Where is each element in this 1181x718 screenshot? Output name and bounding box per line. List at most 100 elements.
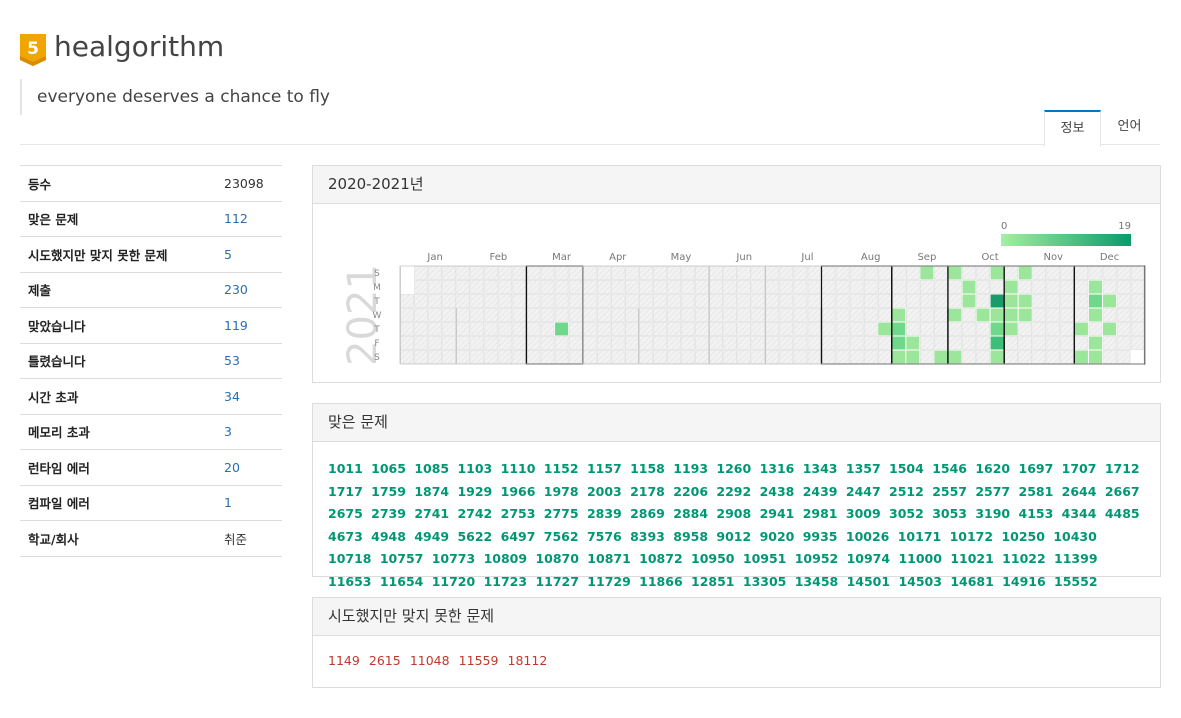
solved-problem-link[interactable]: 3190	[975, 506, 1010, 521]
solved-problem-link[interactable]: 14503	[898, 574, 942, 589]
solved-problem-link[interactable]: 4153	[1019, 506, 1054, 521]
solved-problem-link[interactable]: 1260	[716, 461, 751, 476]
stats-value-link[interactable]: 230	[224, 282, 248, 297]
failed-problem-link[interactable]: 2615	[369, 653, 401, 668]
solved-problem-link[interactable]: 10171	[898, 529, 942, 544]
solved-problem-link[interactable]: 1193	[673, 461, 708, 476]
solved-problem-link[interactable]: 1157	[587, 461, 622, 476]
solved-problem-link[interactable]: 12851	[691, 574, 735, 589]
solved-problem-link[interactable]: 11000	[898, 551, 942, 566]
solved-problem-link[interactable]: 11720	[432, 574, 476, 589]
solved-problem-link[interactable]: 1978	[544, 484, 579, 499]
solved-problem-link[interactable]: 10872	[639, 551, 683, 566]
solved-problem-link[interactable]: 2003	[587, 484, 622, 499]
solved-problem-link[interactable]: 11654	[380, 574, 424, 589]
tab-info[interactable]: 정보	[1044, 110, 1101, 147]
solved-problem-link[interactable]: 1874	[414, 484, 449, 499]
solved-problem-link[interactable]: 11021	[950, 551, 994, 566]
solved-problem-link[interactable]: 1759	[371, 484, 406, 499]
solved-problem-link[interactable]: 14501	[847, 574, 891, 589]
solved-problem-link[interactable]: 11866	[639, 574, 683, 589]
solved-problem-link[interactable]: 4344	[1062, 506, 1097, 521]
solved-problem-link[interactable]: 3009	[846, 506, 881, 521]
solved-problem-link[interactable]: 3053	[932, 506, 967, 521]
solved-problem-link[interactable]: 1011	[328, 461, 363, 476]
solved-problem-link[interactable]: 6497	[501, 529, 536, 544]
stats-value-link[interactable]: 53	[224, 353, 240, 368]
solved-problem-link[interactable]: 2439	[803, 484, 838, 499]
solved-problem-link[interactable]: 1620	[975, 461, 1010, 476]
solved-problem-link[interactable]: 2178	[630, 484, 665, 499]
solved-problem-link[interactable]: 10870	[535, 551, 579, 566]
solved-problem-link[interactable]: 11723	[484, 574, 528, 589]
solved-problem-link[interactable]: 10026	[846, 529, 890, 544]
solved-problem-link[interactable]: 11727	[535, 574, 579, 589]
solved-problem-link[interactable]: 7576	[587, 529, 622, 544]
failed-problem-link[interactable]: 18112	[508, 653, 548, 668]
solved-problem-link[interactable]: 2675	[328, 506, 363, 521]
solved-problem-link[interactable]: 7562	[544, 529, 579, 544]
solved-problem-link[interactable]: 8958	[673, 529, 708, 544]
solved-problem-link[interactable]: 1103	[457, 461, 492, 476]
solved-problem-link[interactable]: 10172	[950, 529, 994, 544]
stats-value-link[interactable]: 34	[224, 389, 240, 404]
solved-problem-link[interactable]: 4948	[371, 529, 406, 544]
solved-problem-link[interactable]: 1085	[414, 461, 449, 476]
solved-problem-link[interactable]: 10950	[691, 551, 735, 566]
solved-problem-link[interactable]: 9012	[716, 529, 751, 544]
solved-problem-link[interactable]: 15552	[1054, 574, 1098, 589]
solved-problem-link[interactable]: 2739	[371, 506, 406, 521]
stats-value-link[interactable]: 1	[224, 495, 232, 510]
solved-problem-link[interactable]: 8393	[630, 529, 665, 544]
solved-problem-link[interactable]: 10757	[380, 551, 424, 566]
solved-problem-link[interactable]: 2206	[673, 484, 708, 499]
solved-problem-link[interactable]: 1707	[1062, 461, 1097, 476]
solved-problem-link[interactable]: 1357	[846, 461, 881, 476]
solved-problem-link[interactable]: 2512	[889, 484, 924, 499]
solved-problem-link[interactable]: 9020	[760, 529, 795, 544]
solved-problem-link[interactable]: 1158	[630, 461, 665, 476]
solved-problem-link[interactable]: 1065	[371, 461, 406, 476]
tab-language[interactable]: 언어	[1102, 110, 1157, 144]
solved-problem-link[interactable]: 11653	[328, 574, 372, 589]
solved-problem-link[interactable]: 1717	[328, 484, 363, 499]
solved-problem-link[interactable]: 2557	[932, 484, 967, 499]
solved-problem-link[interactable]: 1343	[803, 461, 838, 476]
solved-problem-link[interactable]: 10974	[847, 551, 891, 566]
solved-problem-link[interactable]: 2839	[587, 506, 622, 521]
solved-problem-link[interactable]: 2447	[846, 484, 881, 499]
solved-problem-link[interactable]: 13458	[795, 574, 839, 589]
stats-value-link[interactable]: 5	[224, 247, 232, 262]
solved-problem-link[interactable]: 4673	[328, 529, 363, 544]
solved-problem-link[interactable]: 3052	[889, 506, 924, 521]
solved-problem-link[interactable]: 11022	[1002, 551, 1046, 566]
failed-problem-link[interactable]: 11559	[459, 653, 499, 668]
solved-problem-link[interactable]: 2941	[760, 506, 795, 521]
solved-problem-link[interactable]: 1152	[544, 461, 579, 476]
solved-problem-link[interactable]: 2884	[673, 506, 708, 521]
failed-problem-link[interactable]: 1149	[328, 653, 360, 668]
stats-value-link[interactable]: 112	[224, 211, 248, 226]
solved-problem-link[interactable]: 2753	[501, 506, 536, 521]
stats-value-link[interactable]: 3	[224, 424, 232, 439]
solved-problem-link[interactable]: 2581	[1019, 484, 1054, 499]
solved-problem-link[interactable]: 2292	[716, 484, 751, 499]
stats-value-link[interactable]: 119	[224, 318, 248, 333]
failed-problem-link[interactable]: 11048	[410, 653, 450, 668]
solved-problem-link[interactable]: 2438	[760, 484, 795, 499]
solved-problem-link[interactable]: 1929	[457, 484, 492, 499]
solved-problem-link[interactable]: 10871	[587, 551, 631, 566]
solved-problem-link[interactable]: 14916	[1002, 574, 1046, 589]
solved-problem-link[interactable]: 13305	[743, 574, 787, 589]
solved-problem-link[interactable]: 5622	[457, 529, 492, 544]
solved-problem-link[interactable]: 10773	[432, 551, 476, 566]
solved-problem-link[interactable]: 2644	[1062, 484, 1097, 499]
solved-problem-link[interactable]: 1504	[889, 461, 924, 476]
solved-problem-link[interactable]: 10718	[328, 551, 372, 566]
solved-problem-link[interactable]: 2869	[630, 506, 665, 521]
solved-problem-link[interactable]: 10430	[1053, 529, 1097, 544]
solved-problem-link[interactable]: 10952	[795, 551, 839, 566]
solved-problem-link[interactable]: 2667	[1105, 484, 1140, 499]
solved-problem-link[interactable]: 2775	[544, 506, 579, 521]
solved-problem-link[interactable]: 4949	[414, 529, 449, 544]
